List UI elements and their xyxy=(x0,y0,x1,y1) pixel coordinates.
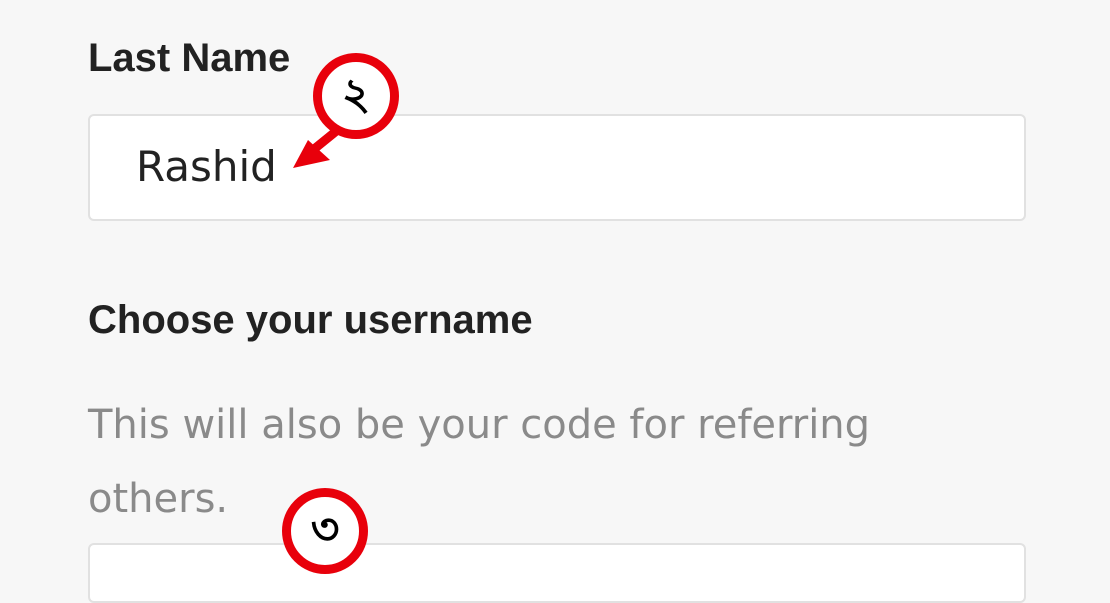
last-name-input[interactable]: Rashid xyxy=(88,114,1026,221)
annotation-marker-3: ৩ xyxy=(282,488,368,574)
username-input[interactable] xyxy=(88,543,1026,603)
username-helper-text: This will also be your code for referrin… xyxy=(88,402,871,522)
last-name-value: Rashid xyxy=(136,142,277,191)
username-label: Choose your username xyxy=(88,298,533,342)
last-name-label: Last Name xyxy=(88,36,291,80)
annotation-marker-2: ২ xyxy=(313,53,399,139)
